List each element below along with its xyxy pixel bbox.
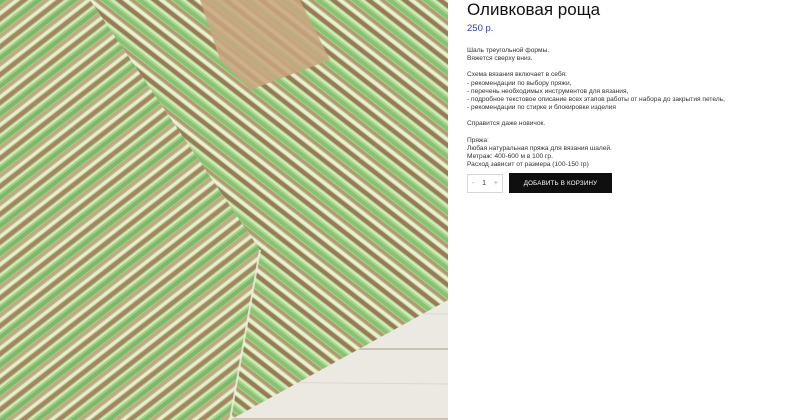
product-image[interactable] xyxy=(0,0,448,420)
scheme-item: - рекомендации по стирке и блокировке из… xyxy=(467,104,616,112)
level-text: Справится даже новичок. xyxy=(467,120,546,128)
yarn-item: Метраж: 400-600 м в 100 гр. xyxy=(467,153,553,161)
scheme-title: Схема вязания включает в себя: xyxy=(467,71,567,79)
yarn-paragraph: Пряжа: Любая натуральная пряжа для вязан… xyxy=(467,137,787,170)
level-paragraph: Справится даже новичок. xyxy=(467,120,787,128)
increase-button[interactable]: + xyxy=(494,180,498,187)
intro-line: Шаль треугольной формы. xyxy=(467,47,550,54)
purchase-row: - 1 + ДОБАВИТЬ В КОРЗИНУ xyxy=(467,173,612,193)
scheme-item: - рекомендации по выбору пряжи, xyxy=(467,79,572,87)
intro-paragraph: Шаль треугольной формы. Вяжется сверху в… xyxy=(467,47,787,63)
decrease-button[interactable]: - xyxy=(472,180,474,187)
scheme-item: - перечень необходимых инструментов для … xyxy=(467,87,629,95)
product-price: 250 р. xyxy=(467,23,494,34)
yarn-item: Любая натуральная пряжа для вязания шале… xyxy=(467,144,612,152)
yarn-title: Пряжа: xyxy=(467,136,489,144)
add-to-cart-button[interactable]: ДОБАВИТЬ В КОРЗИНУ xyxy=(509,173,612,193)
scheme-paragraph: Схема вязания включает в себя: - рекомен… xyxy=(467,71,787,112)
scheme-item: - подробное текстовое описание всех этап… xyxy=(467,96,725,104)
intro-line: Вяжется сверху вниз. xyxy=(467,55,533,63)
quantity-value[interactable]: 1 xyxy=(482,180,486,187)
product-description: Шаль треугольной формы. Вяжется сверху в… xyxy=(467,47,787,169)
shawl-illustration xyxy=(0,0,448,420)
product-details: Оливковая роща 250 р. Шаль треугольной ф… xyxy=(467,0,787,177)
quantity-stepper[interactable]: - 1 + xyxy=(467,173,503,193)
product-title: Оливковая роща xyxy=(467,0,601,19)
yarn-item: Расход зависит от размера (100-150 гр) xyxy=(467,161,589,169)
